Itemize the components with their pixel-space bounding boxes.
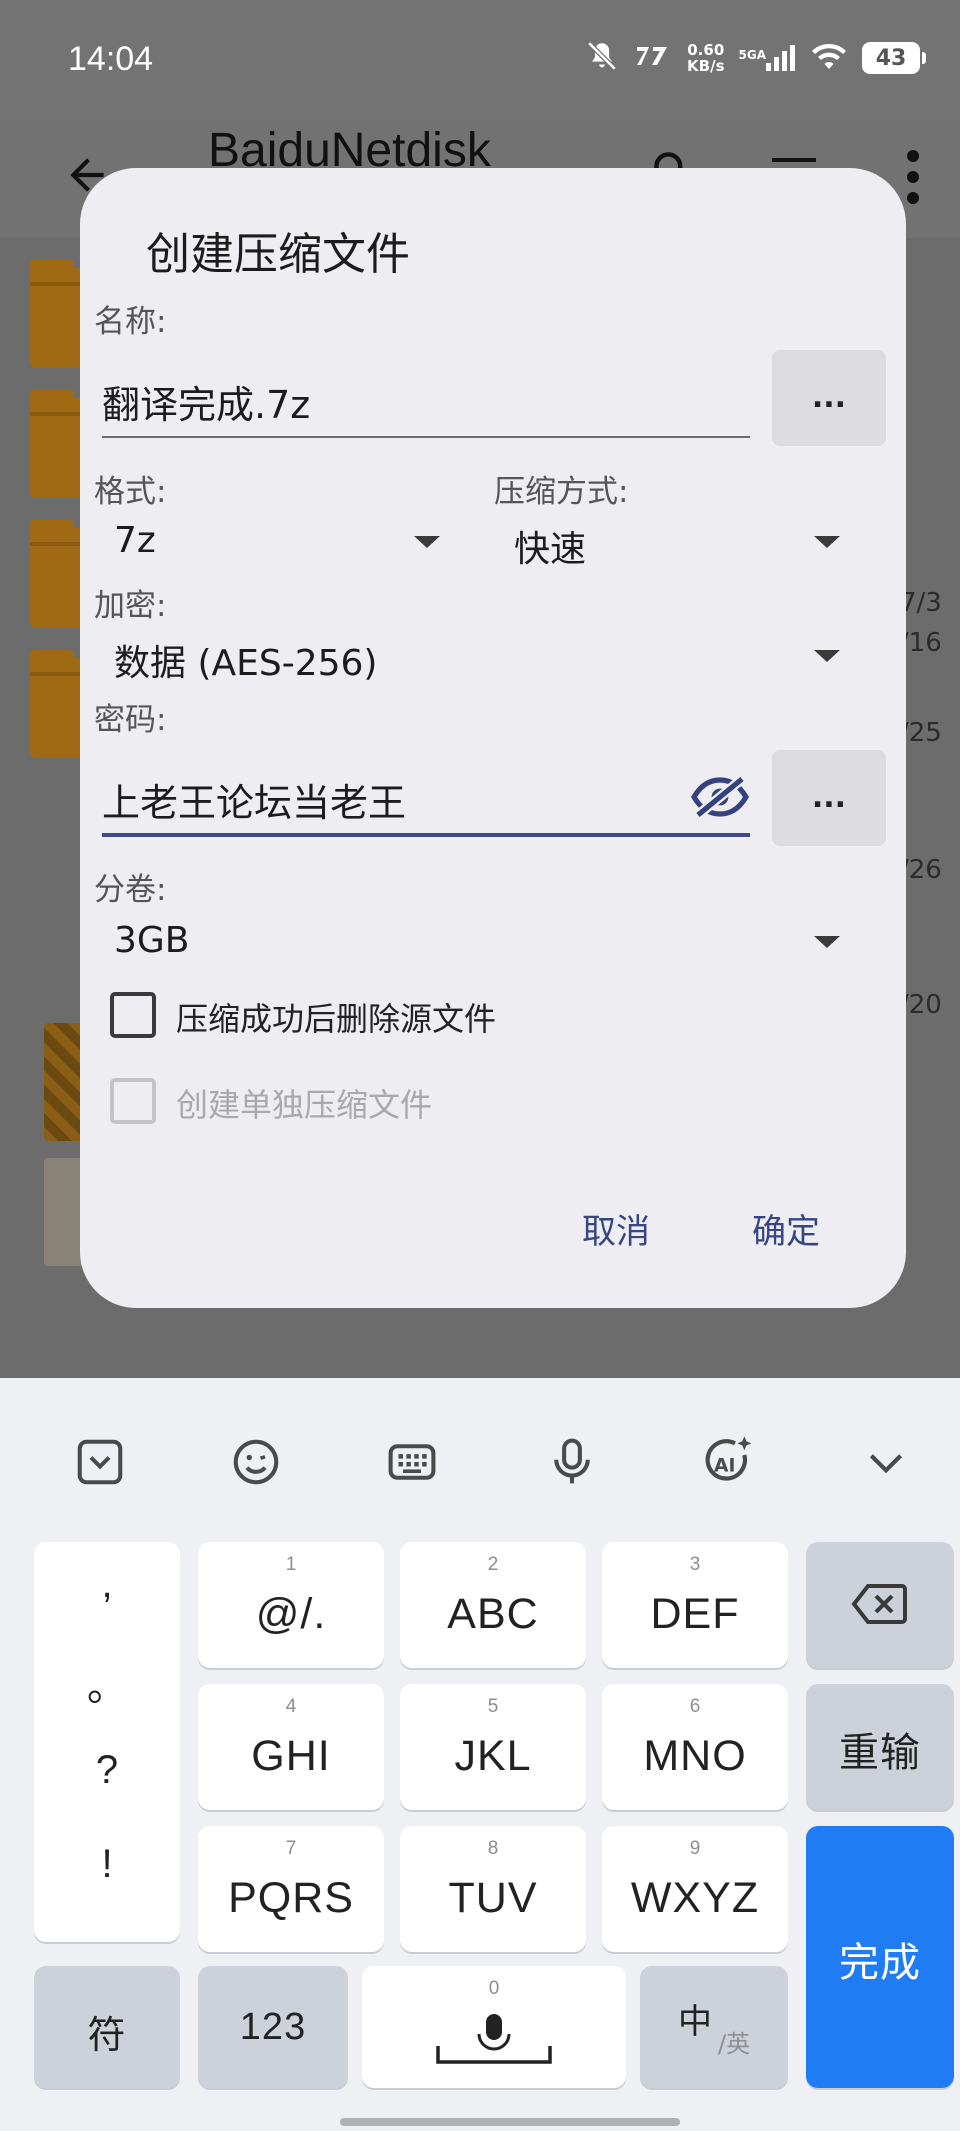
punct-exclaim-key[interactable]: !: [34, 1842, 180, 1887]
delete-source-checkbox[interactable]: [110, 992, 156, 1038]
split-dropdown-arrow-icon[interactable]: [814, 936, 840, 948]
compression-method-dropdown[interactable]: 快速: [514, 520, 586, 572]
key-6[interactable]: 6 MNO: [602, 1684, 788, 1810]
separate-archives-label: 创建单独压缩文件: [176, 1086, 433, 1124]
file-date: /26: [900, 855, 942, 885]
cancel-button[interactable]: 取消: [582, 1204, 650, 1253]
name-label: 名称:: [94, 304, 167, 340]
backspace-key[interactable]: [806, 1542, 954, 1668]
password-label: 密码:: [94, 702, 167, 738]
key-9[interactable]: 9 WXYZ: [602, 1826, 788, 1952]
ok-button[interactable]: 确定: [752, 1204, 820, 1253]
encryption-label: 加密:: [94, 588, 167, 624]
battery-icon: 43: [862, 42, 926, 74]
encryption-dropdown-arrow-icon[interactable]: [814, 650, 840, 662]
space-key[interactable]: 0: [362, 1966, 626, 2088]
status-bar: 14:04 0.60 KB/s 5GA 43: [0, 0, 960, 118]
delete-source-label[interactable]: 压缩成功后删除源文件: [176, 994, 496, 1040]
collapse-box-icon[interactable]: [70, 1432, 130, 1492]
format-label: 格式:: [94, 474, 167, 510]
key-3[interactable]: 3 DEF: [602, 1542, 788, 1668]
file-date: /25: [900, 718, 942, 748]
dialog-title: 创建压缩文件: [146, 229, 410, 280]
emoji-icon[interactable]: [226, 1432, 286, 1492]
home-indicator[interactable]: [340, 2118, 680, 2126]
key-7[interactable]: 7 PQRS: [198, 1826, 384, 1952]
file-date: 7/3: [900, 588, 942, 618]
soft-keyboard: AI , 。 ? ! 1 @/. 2 ABC 3 DEF 4 GHI 5 JKL 6 MNO…: [0, 1378, 960, 2131]
keyboard-icon[interactable]: [382, 1432, 442, 1492]
punct-period-key[interactable]: 。: [34, 1654, 180, 1712]
svg-text:AI: AI: [714, 1455, 735, 1476]
mute-bell-icon: [585, 39, 619, 77]
retype-key[interactable]: 重输: [806, 1684, 954, 1810]
key-2[interactable]: 2 ABC: [400, 1542, 586, 1668]
keyboard-toolbar: AI: [0, 1378, 960, 1546]
eye-off-icon[interactable]: [690, 772, 750, 826]
compression-method-label: 压缩方式:: [494, 474, 629, 510]
method-dropdown-arrow-icon[interactable]: [814, 536, 840, 548]
format-dropdown-arrow-icon[interactable]: [414, 536, 440, 548]
more-vert-icon[interactable]: [900, 148, 926, 210]
key-5[interactable]: 5 JKL: [400, 1684, 586, 1810]
key-4[interactable]: 4 GHI: [198, 1684, 384, 1810]
symbols-key[interactable]: 符: [34, 1966, 180, 2088]
archive-name-input[interactable]: 翻译完成.7z: [102, 374, 310, 429]
split-volume-dropdown[interactable]: 3GB: [114, 920, 190, 961]
file-date: /20: [900, 990, 942, 1020]
status-time: 14:04: [68, 40, 154, 78]
create-archive-dialog: 创建压缩文件 名称: 翻译完成.7z ... 格式: 压缩方式: 7z 快速 加…: [80, 168, 906, 1308]
hide-keyboard-chevron-icon[interactable]: [856, 1432, 916, 1492]
format-dropdown[interactable]: 7z: [114, 520, 156, 561]
network-speed: 0.60 KB/s: [687, 41, 725, 75]
punct-question-key[interactable]: ?: [34, 1748, 180, 1793]
password-input[interactable]: 上老王论坛当老王: [102, 772, 406, 827]
archive-name-underline: [102, 436, 750, 438]
key-8[interactable]: 8 TUV: [400, 1826, 586, 1952]
signal-icon: 5GA: [739, 45, 797, 71]
numbers-key[interactable]: 123: [198, 1966, 348, 2088]
browse-name-button[interactable]: ...: [772, 350, 886, 446]
punctuation-column[interactable]: , 。 ? !: [34, 1542, 180, 1942]
punct-comma-key[interactable]: ,: [34, 1562, 180, 1607]
key-1[interactable]: 1 @/.: [198, 1542, 384, 1668]
carrier-logo-icon: [633, 43, 673, 73]
language-switch-key[interactable]: 中 /英: [640, 1966, 788, 2088]
wifi-icon: [810, 41, 848, 75]
split-volume-label: 分卷:: [94, 872, 167, 908]
microphone-icon[interactable]: [542, 1432, 602, 1492]
done-key[interactable]: 完成: [806, 1826, 954, 2088]
encryption-dropdown[interactable]: 数据 (AES-256): [114, 634, 377, 686]
ai-assistant-icon[interactable]: AI: [698, 1432, 758, 1492]
status-icons: 0.60 KB/s 5GA 43: [585, 36, 926, 80]
password-underline: [102, 833, 750, 837]
separate-archives-checkbox: [110, 1078, 156, 1124]
password-options-button[interactable]: ...: [772, 750, 886, 846]
